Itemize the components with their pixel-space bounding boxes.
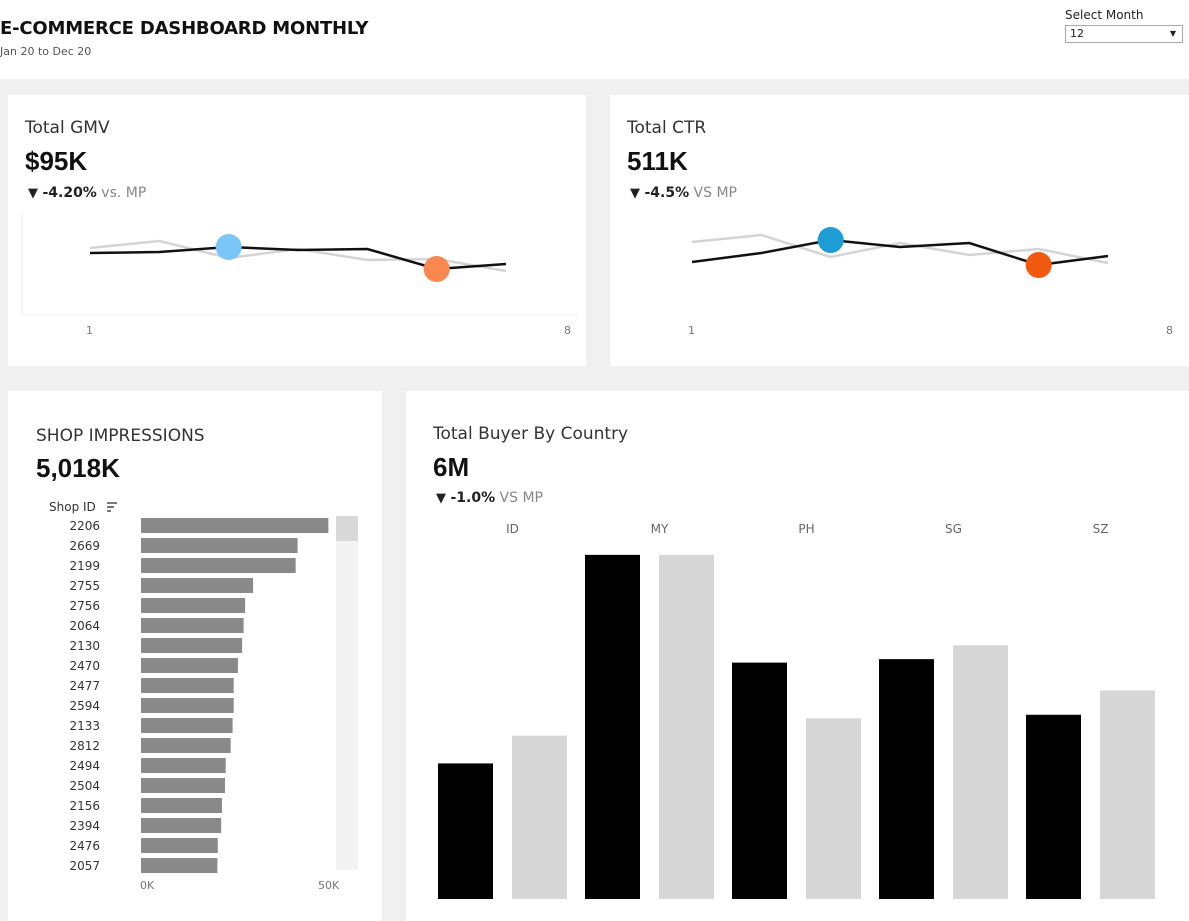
shop-axis-start-label: 0K bbox=[140, 879, 155, 892]
shop-id-label: 2394 bbox=[69, 819, 100, 833]
ctr-card: Total CTR 511K ▼ -4.5% VS MP 1 8 bbox=[610, 95, 1189, 366]
country-current-bar bbox=[585, 554, 640, 899]
dashboard-header: E-COMMERCE DASHBOARD MONTHLY Jan 20 to D… bbox=[0, 0, 1189, 79]
shop-impressions-title: SHOP IMPRESSIONS bbox=[36, 426, 205, 446]
month-select-dropdown[interactable]: 12 ▼ bbox=[1065, 25, 1183, 43]
country-previous-bar bbox=[1100, 690, 1155, 899]
country-current-bar bbox=[1026, 714, 1081, 899]
shop-impression-bar bbox=[141, 658, 238, 673]
country-current-bar bbox=[732, 662, 787, 899]
country-current-bar bbox=[879, 659, 934, 899]
scrollbar-thumb[interactable] bbox=[336, 516, 358, 541]
shop-impression-bar bbox=[141, 718, 233, 733]
shop-impression-bar bbox=[141, 818, 222, 833]
shop-id-label: 2064 bbox=[69, 619, 100, 633]
gmv-low-point-marker bbox=[423, 256, 450, 282]
shop-impression-bar bbox=[141, 858, 218, 873]
shop-impressions-bar-chart[interactable]: 0K 50K 2206 2669 2199 2755 2756 2064 2130 2470 2… bbox=[40, 512, 370, 892]
country-current-bar bbox=[438, 763, 493, 899]
buyers-by-country-bar-chart[interactable]: ID MY PH SG SZ bbox=[406, 391, 1189, 921]
country-previous-bar bbox=[953, 645, 1008, 899]
shop-impression-bar bbox=[141, 638, 243, 653]
shop-id-label: 2594 bbox=[69, 699, 100, 713]
country-label: SZ bbox=[1093, 522, 1109, 536]
scrollbar-track[interactable] bbox=[336, 516, 358, 870]
shop-impression-bar bbox=[141, 838, 218, 853]
gmv-high-point-marker bbox=[215, 234, 242, 260]
shop-id-label: 2669 bbox=[69, 539, 100, 553]
shop-impression-bar bbox=[141, 758, 226, 773]
shop-impression-bar bbox=[141, 518, 329, 533]
shop-axis-end-label: 50K bbox=[318, 879, 340, 892]
shop-id-label: 2476 bbox=[69, 839, 100, 853]
shop-id-label: 2755 bbox=[69, 579, 100, 593]
shop-impression-bar bbox=[141, 698, 234, 713]
shop-impression-bar bbox=[141, 558, 296, 573]
shop-id-label: 2812 bbox=[69, 739, 100, 753]
shop-impression-bar bbox=[141, 538, 298, 553]
month-filter-label: Select Month bbox=[1065, 8, 1144, 22]
shop-impression-bar bbox=[141, 618, 244, 633]
shop-impression-bar bbox=[141, 578, 254, 593]
country-label: MY bbox=[651, 522, 669, 536]
ctr-sparkline-chart[interactable]: 1 8 bbox=[610, 95, 1189, 366]
shop-impression-bar bbox=[141, 738, 231, 753]
country-previous-bar bbox=[659, 554, 714, 899]
shop-id-label: 2199 bbox=[69, 559, 100, 573]
gmv-x-end-label: 8 bbox=[564, 324, 571, 337]
country-label: ID bbox=[506, 522, 519, 536]
shop-id-label: 2504 bbox=[69, 779, 100, 793]
country-previous-bar bbox=[512, 735, 567, 899]
shop-id-label: 2130 bbox=[69, 639, 100, 653]
shop-impression-bar bbox=[141, 798, 222, 813]
country-label: SG bbox=[945, 522, 962, 536]
shop-id-label: 2206 bbox=[69, 519, 100, 533]
shop-impressions-value: 5,018K bbox=[36, 453, 120, 483]
gmv-x-start-label: 1 bbox=[86, 324, 93, 337]
buyers-by-country-card: Total Buyer By Country 6M ▼ -1.0% VS MP … bbox=[406, 391, 1189, 921]
dashboard-subtitle: Jan 20 to Dec 20 bbox=[0, 45, 92, 58]
country-label: PH bbox=[798, 522, 814, 536]
shop-id-label: 2477 bbox=[69, 679, 100, 693]
ctr-high-point-marker bbox=[817, 227, 844, 253]
ctr-low-point-marker bbox=[1025, 252, 1052, 278]
country-previous-bar bbox=[806, 718, 861, 899]
shop-id-label: 2156 bbox=[69, 799, 100, 813]
ctr-x-start-label: 1 bbox=[688, 324, 695, 337]
dashboard-title: E-COMMERCE DASHBOARD MONTHLY bbox=[0, 18, 369, 39]
shop-id-label: 2756 bbox=[69, 599, 100, 613]
shop-impression-bar bbox=[141, 778, 225, 793]
gmv-sparkline-chart[interactable]: 1 8 bbox=[8, 95, 586, 366]
month-select-value: 12 bbox=[1070, 27, 1084, 40]
shop-impression-bar bbox=[141, 678, 234, 693]
ctr-x-end-label: 8 bbox=[1166, 324, 1173, 337]
gmv-card: Total GMV $95K ▼ -4.20% vs. MP 1 8 bbox=[8, 95, 586, 366]
shop-id-label: 2133 bbox=[69, 719, 100, 733]
shop-id-label: 2057 bbox=[69, 859, 100, 873]
shop-impression-bar bbox=[141, 598, 246, 613]
chevron-down-icon: ▼ bbox=[1169, 29, 1176, 38]
shop-id-label: 2494 bbox=[69, 759, 100, 773]
shop-id-label: 2470 bbox=[69, 659, 100, 673]
